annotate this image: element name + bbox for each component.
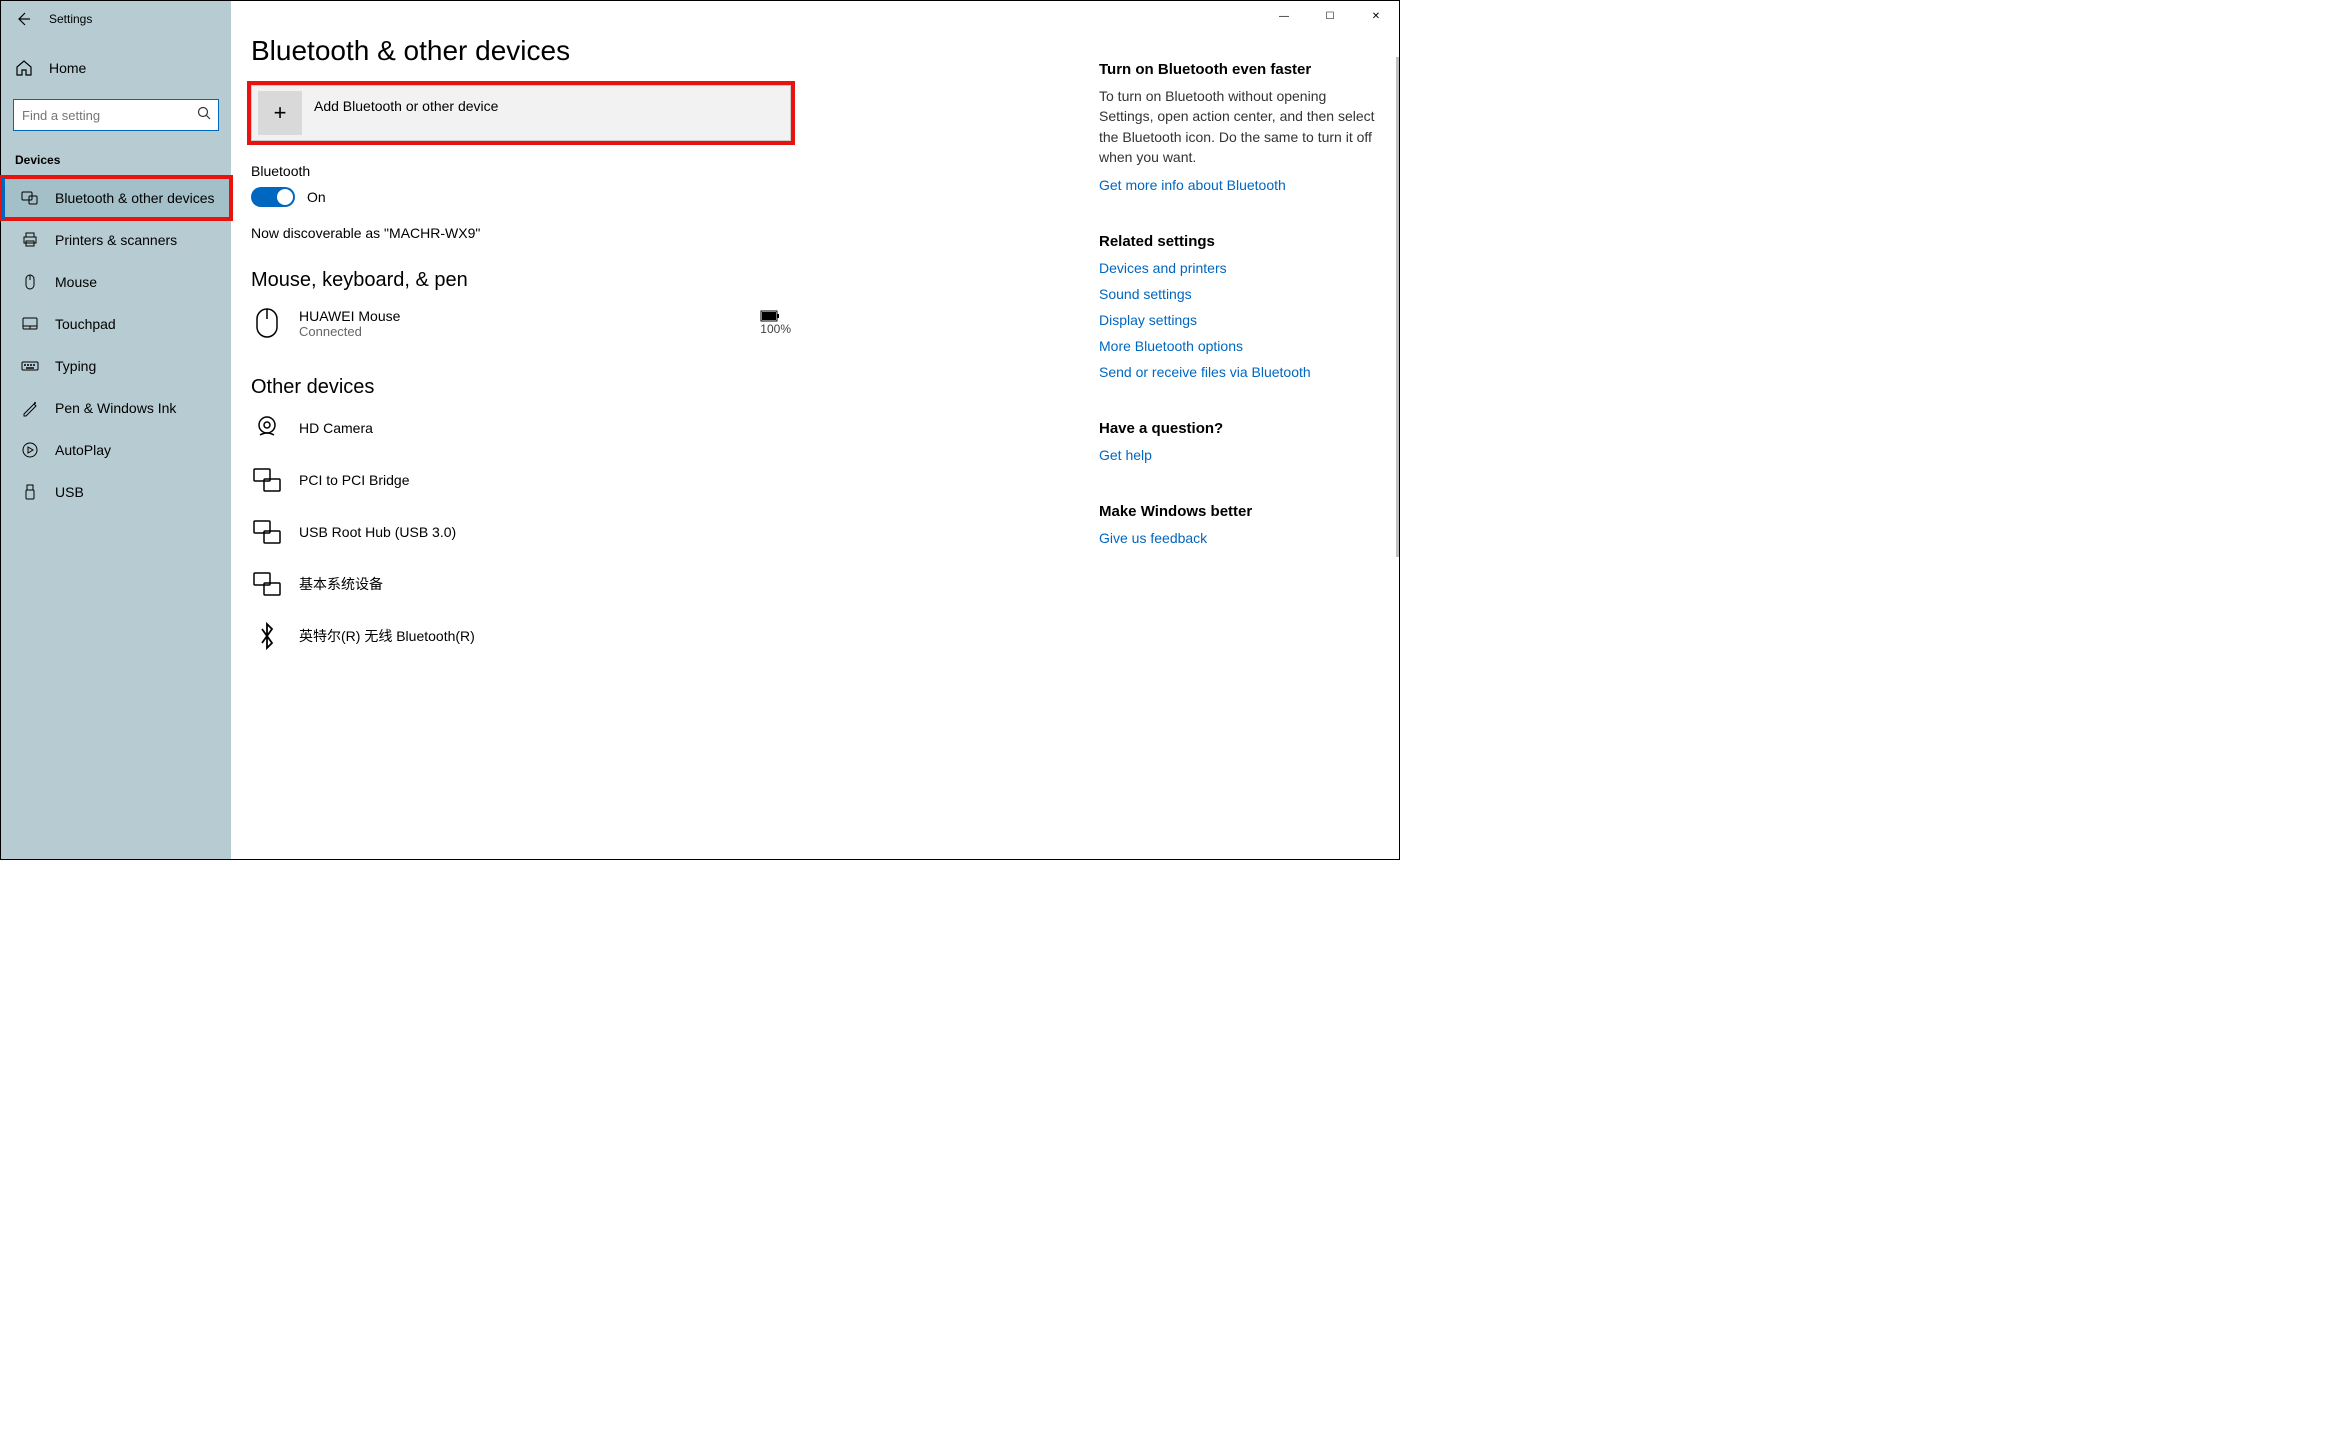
link-get-help[interactable]: Get help: [1099, 447, 1379, 463]
home-icon: [15, 59, 33, 77]
main-content: Bluetooth & other devices + Add Bluetoot…: [231, 1, 1399, 859]
bluetooth-devices-icon: [21, 189, 39, 207]
generic-device-icon: [251, 517, 283, 547]
window-controls: — ☐ ✕: [1261, 1, 1399, 31]
scrollbar[interactable]: [1396, 57, 1399, 557]
device-row-intelbt[interactable]: 英特尔(R) 无线 Bluetooth(R): [251, 613, 791, 659]
home-label: Home: [49, 60, 86, 76]
sidebar-item-label: Bluetooth & other devices: [55, 190, 215, 206]
device-name: HUAWEI Mouse: [299, 308, 744, 324]
device-name: 英特尔(R) 无线 Bluetooth(R): [299, 626, 791, 646]
sidebar-home[interactable]: Home: [1, 47, 231, 89]
link-send-receive-bt[interactable]: Send or receive files via Bluetooth: [1099, 364, 1379, 380]
search-icon: [197, 106, 211, 120]
toggle-knob: [277, 189, 293, 205]
generic-device-icon: [251, 465, 283, 495]
sidebar-item-label: Typing: [55, 358, 96, 374]
bluetooth-icon: [251, 621, 283, 651]
device-status: Connected: [299, 324, 744, 339]
autoplay-icon: [21, 441, 39, 459]
device-row-usbhub[interactable]: USB Root Hub (USB 3.0): [251, 509, 791, 555]
device-battery: 100%: [760, 310, 791, 336]
arrow-left-icon: [15, 11, 31, 27]
sidebar-item-autoplay[interactable]: AutoPlay: [1, 429, 231, 471]
camera-icon: [251, 413, 283, 443]
sidebar-item-label: USB: [55, 484, 84, 500]
search-wrap: [13, 99, 219, 131]
device-name: USB Root Hub (USB 3.0): [299, 524, 791, 540]
sidebar-item-label: Mouse: [55, 274, 97, 290]
printer-icon: [21, 231, 39, 249]
pen-icon: [21, 399, 39, 417]
generic-device-icon: [251, 569, 283, 599]
sidebar-item-label: Pen & Windows Ink: [55, 400, 176, 416]
close-icon: ✕: [1372, 11, 1380, 22]
related-heading: Related settings: [1099, 233, 1379, 250]
sidebar-item-pen[interactable]: Pen & Windows Ink: [1, 387, 231, 429]
device-name: PCI to PCI Bridge: [299, 472, 791, 488]
device-row-camera[interactable]: HD Camera: [251, 405, 791, 451]
back-button[interactable]: [13, 9, 33, 29]
mouse-icon: [21, 273, 39, 291]
device-info: HUAWEI Mouse Connected: [299, 308, 744, 339]
device-row-mouse[interactable]: HUAWEI Mouse Connected 100%: [251, 298, 791, 348]
link-bt-info[interactable]: Get more info about Bluetooth: [1099, 177, 1379, 193]
device-name: 基本系统设备: [299, 574, 791, 594]
feedback-heading: Make Windows better: [1099, 503, 1379, 520]
search-input[interactable]: [13, 99, 219, 131]
tip-heading: Turn on Bluetooth even faster: [1099, 61, 1379, 78]
sidebar-item-label: Printers & scanners: [55, 232, 177, 248]
question-heading: Have a question?: [1099, 420, 1379, 437]
link-give-feedback[interactable]: Give us feedback: [1099, 530, 1379, 546]
sidebar-item-label: Touchpad: [55, 316, 116, 332]
add-device-label: Add Bluetooth or other device: [314, 98, 498, 114]
minimize-icon: —: [1279, 11, 1289, 22]
maximize-icon: ☐: [1326, 11, 1335, 22]
sidebar-item-mouse[interactable]: Mouse: [1, 261, 231, 303]
add-device-button[interactable]: + Add Bluetooth or other device: [251, 85, 791, 141]
sidebar-group-label: Devices: [1, 145, 231, 177]
sidebar-item-usb[interactable]: USB: [1, 471, 231, 513]
touchpad-icon: [21, 315, 39, 333]
minimize-button[interactable]: —: [1261, 1, 1307, 31]
link-sound-settings[interactable]: Sound settings: [1099, 286, 1379, 302]
link-display-settings[interactable]: Display settings: [1099, 312, 1379, 328]
keyboard-icon: [21, 357, 39, 375]
maximize-button[interactable]: ☐: [1307, 1, 1353, 31]
mouse-device-icon: [251, 306, 283, 340]
sidebar-item-label: AutoPlay: [55, 442, 111, 458]
close-button[interactable]: ✕: [1353, 1, 1399, 31]
link-devices-printers[interactable]: Devices and printers: [1099, 260, 1379, 276]
bluetooth-toggle-text: On: [307, 189, 326, 205]
sidebar: Settings Home Devices Bluetooth & other …: [1, 1, 231, 859]
plus-icon: +: [258, 91, 302, 135]
sidebar-item-bluetooth[interactable]: Bluetooth & other devices: [1, 177, 231, 219]
sidebar-header: Settings: [1, 1, 231, 37]
bluetooth-toggle[interactable]: [251, 187, 295, 207]
usb-icon: [21, 483, 39, 501]
device-row-basicsys[interactable]: 基本系统设备: [251, 561, 791, 607]
tip-text: To turn on Bluetooth without opening Set…: [1099, 86, 1379, 167]
app-title: Settings: [49, 12, 92, 26]
right-pane: Turn on Bluetooth even faster To turn on…: [1099, 61, 1389, 546]
sidebar-item-printers[interactable]: Printers & scanners: [1, 219, 231, 261]
sidebar-item-touchpad[interactable]: Touchpad: [1, 303, 231, 345]
battery-icon: [760, 310, 791, 322]
battery-text: 100%: [760, 322, 791, 336]
link-more-bt-options[interactable]: More Bluetooth options: [1099, 338, 1379, 354]
device-row-pci[interactable]: PCI to PCI Bridge: [251, 457, 791, 503]
device-name: HD Camera: [299, 420, 791, 436]
sidebar-item-typing[interactable]: Typing: [1, 345, 231, 387]
